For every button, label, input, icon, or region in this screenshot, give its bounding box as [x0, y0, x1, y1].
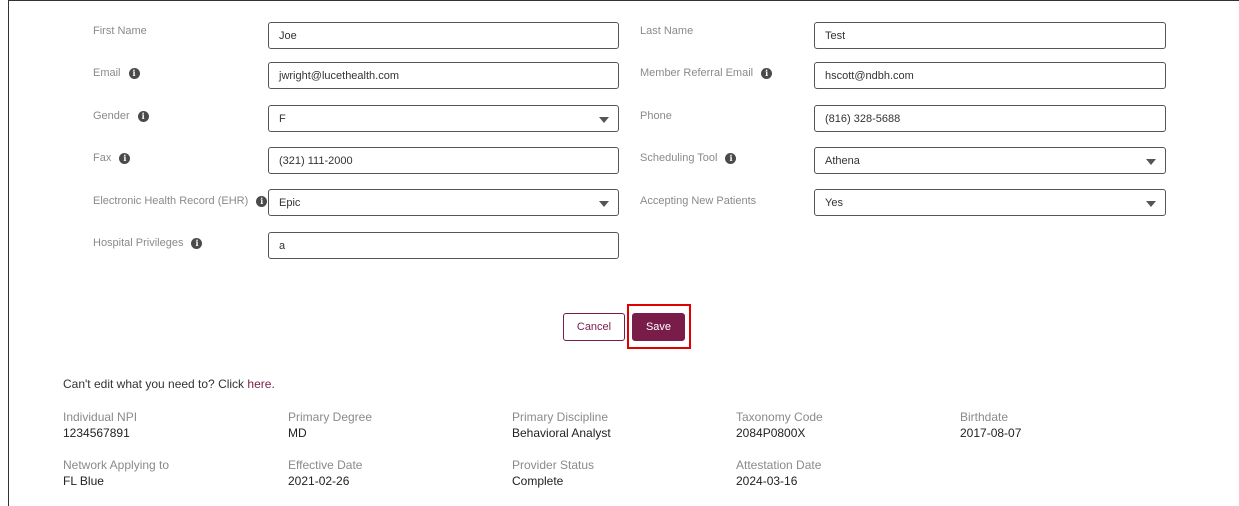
- first-name-input[interactable]: Joe: [268, 22, 619, 49]
- hospital-privileges-label: Hospital Privileges i: [93, 237, 203, 249]
- fax-input[interactable]: (321) 111-2000: [268, 147, 619, 174]
- birthdate-label: Birthdate: [960, 410, 1009, 424]
- effective-date-label: Effective Date: [288, 458, 363, 472]
- gender-value: F: [279, 112, 286, 125]
- last-name-label: Last Name: [640, 25, 694, 37]
- info-icon[interactable]: i: [725, 152, 737, 164]
- email-label: Email i: [93, 67, 140, 79]
- individual-npi-label: Individual NPI: [63, 410, 138, 424]
- attestation-date-label: Attestation Date: [736, 458, 822, 472]
- info-icon[interactable]: i: [191, 237, 203, 249]
- chevron-down-icon: [1146, 201, 1156, 207]
- last-name-value: Test: [825, 29, 846, 42]
- primary-degree-label: Primary Degree: [288, 410, 373, 424]
- help-suffix: .: [271, 377, 275, 391]
- primary-degree-value: MD: [288, 426, 307, 440]
- help-link[interactable]: here: [247, 377, 271, 391]
- phone-label: Phone: [640, 110, 672, 122]
- info-icon[interactable]: i: [761, 67, 773, 79]
- info-icon[interactable]: i: [256, 195, 268, 207]
- member-referral-email-label: Member Referral Email i: [640, 67, 773, 79]
- effective-date-value: 2021-02-26: [288, 474, 350, 488]
- scheduling-tool-value: Athena: [825, 154, 860, 167]
- attestation-date-value: 2024-03-16: [736, 474, 798, 488]
- chevron-down-icon: [1146, 159, 1156, 165]
- save-button-highlight: [627, 304, 691, 349]
- info-icon[interactable]: i: [137, 110, 149, 122]
- last-name-input[interactable]: Test: [814, 22, 1166, 49]
- accepting-new-patients-select[interactable]: Yes: [814, 189, 1166, 216]
- phone-value: (816) 328-5688: [825, 112, 901, 125]
- chevron-down-icon: [599, 117, 609, 123]
- email-input[interactable]: jwright@lucethealth.com: [268, 62, 619, 89]
- primary-discipline-value: Behavioral Analyst: [512, 426, 611, 440]
- phone-input[interactable]: (816) 328-5688: [814, 105, 1166, 132]
- scheduling-tool-select[interactable]: Athena: [814, 147, 1166, 174]
- gender-label: Gender i: [93, 110, 149, 122]
- gender-select[interactable]: F: [268, 105, 619, 132]
- fax-label: Fax i: [93, 152, 131, 164]
- member-referral-email-value: hscott@ndbh.com: [825, 69, 914, 82]
- ehr-select[interactable]: Epic: [268, 189, 619, 216]
- email-value: jwright@lucethealth.com: [279, 69, 399, 82]
- individual-npi-value: 1234567891: [63, 426, 130, 440]
- edit-help-text: Can't edit what you need to? Click here.: [63, 377, 275, 391]
- birthdate-value: 2017-08-07: [960, 426, 1022, 440]
- accepting-new-patients-value: Yes: [825, 196, 843, 209]
- info-icon[interactable]: i: [119, 152, 131, 164]
- fax-value: (321) 111-2000: [279, 154, 353, 167]
- hospital-privileges-input[interactable]: a: [268, 232, 619, 259]
- info-icon[interactable]: i: [128, 67, 140, 79]
- first-name-value: Joe: [279, 29, 297, 42]
- ehr-value: Epic: [279, 196, 301, 209]
- scheduling-tool-label: Scheduling Tool i: [640, 152, 737, 164]
- taxonomy-code-value: 2084P0800X: [736, 426, 806, 440]
- provider-status-label: Provider Status: [512, 458, 595, 472]
- ehr-label: Electronic Health Record (EHR) i: [93, 195, 268, 207]
- help-prefix: Can't edit what you need to? Click: [63, 377, 248, 391]
- cancel-button[interactable]: Cancel: [563, 313, 625, 341]
- provider-status-value: Complete: [512, 474, 564, 488]
- chevron-down-icon: [599, 201, 609, 207]
- taxonomy-code-label: Taxonomy Code: [736, 410, 823, 424]
- hospital-privileges-value: a: [279, 239, 286, 252]
- first-name-label: First Name: [93, 25, 147, 37]
- member-referral-email-input[interactable]: hscott@ndbh.com: [814, 62, 1166, 89]
- primary-discipline-label: Primary Discipline: [512, 410, 609, 424]
- network-label: Network Applying to: [63, 458, 170, 472]
- accepting-new-patients-label: Accepting New Patients: [640, 195, 757, 207]
- network-value: FL Blue: [63, 474, 104, 488]
